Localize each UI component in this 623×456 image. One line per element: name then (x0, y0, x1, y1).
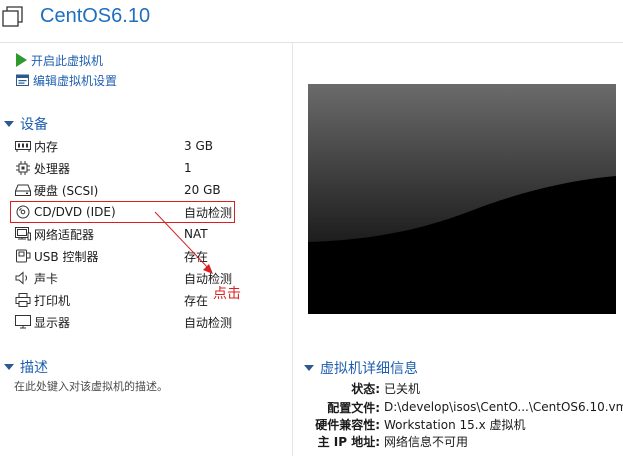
detail-row-config-file: 配置文件: D:\develop\isos\CentO...\CentOS6.1… (300, 398, 623, 416)
device-row-hard-disk[interactable]: 硬盘 (SCSI) 20 GB (14, 180, 232, 200)
device-name: 网络适配器 (34, 227, 95, 242)
device-value: NAT (184, 227, 208, 241)
power-on-label: 开启此虚拟机 (31, 53, 104, 68)
usb-controller-icon (14, 248, 32, 264)
device-row-network-adapter[interactable]: 网络适配器 NAT (14, 224, 232, 244)
device-row-memory[interactable]: 内存 3 GB (14, 136, 232, 156)
vm-preview-thumbnail[interactable] (308, 84, 616, 314)
preview-gloss-graphic (308, 84, 616, 314)
device-value: 3 GB (184, 139, 213, 153)
detail-row-state: 状态: 已关机 (300, 379, 420, 397)
device-value: 存在 (184, 249, 209, 264)
device-row-display[interactable]: 显示器 自动检测 (14, 312, 232, 332)
detail-label: 配置文件: (327, 400, 380, 415)
edit-settings-icon (16, 74, 29, 86)
description-section-header[interactable]: 描述 (4, 358, 48, 376)
detail-label: 主 IP 地址: (317, 434, 380, 449)
edit-settings-label: 编辑虚拟机设置 (33, 73, 118, 88)
devices-section-header[interactable]: 设备 (4, 115, 48, 133)
collapse-triangle-icon (4, 121, 14, 127)
device-value: 1 (184, 161, 192, 175)
printer-icon (14, 292, 32, 308)
device-name: 显示器 (34, 315, 71, 330)
processor-icon (14, 160, 32, 176)
detail-label: 硬件兼容性: (315, 417, 380, 432)
device-name: USB 控制器 (34, 249, 99, 264)
device-value: 存在 (184, 293, 209, 308)
device-row-printer[interactable]: 打印机 存在 (14, 290, 232, 310)
details-section-header[interactable]: 虚拟机详细信息 (304, 359, 418, 377)
collapse-triangle-icon (4, 364, 14, 370)
network-adapter-icon (14, 226, 32, 242)
device-value: 自动检测 (184, 315, 233, 330)
detail-label: 状态: (351, 381, 380, 396)
display-icon (14, 314, 32, 330)
device-name: 声卡 (34, 271, 59, 286)
detail-row-ip-address: 主 IP 地址: 网络信息不可用 (300, 432, 468, 450)
detail-value: D:\develop\isos\CentO...\CentOS6.10.vmx (384, 400, 623, 414)
device-name: 内存 (34, 139, 59, 154)
title-bar: CentOS6.10 (0, 0, 623, 42)
device-row-processor[interactable]: 处理器 1 (14, 158, 232, 178)
detail-value: Workstation 15.x 虚拟机 (384, 417, 526, 432)
devices-section-title: 设备 (20, 117, 48, 133)
device-name: 打印机 (34, 293, 71, 308)
title-divider (0, 42, 623, 43)
edit-settings-command[interactable]: 编辑虚拟机设置 (16, 71, 117, 89)
description-section-title: 描述 (20, 360, 48, 376)
device-name: 硬盘 (SCSI) (34, 183, 99, 198)
device-row-usb-controller[interactable]: USB 控制器 存在 (14, 246, 232, 266)
detail-row-hardware-compat: 硬件兼容性: Workstation 15.x 虚拟机 (300, 415, 526, 433)
power-on-command[interactable]: 开启此虚拟机 (16, 51, 103, 69)
play-icon (16, 53, 27, 67)
device-value: 20 GB (184, 183, 221, 197)
annotation-click-label: 点击 (213, 286, 241, 302)
pane-divider (292, 43, 293, 456)
detail-value: 网络信息不可用 (384, 434, 469, 449)
vm-title: CentOS6.10 (40, 5, 151, 27)
details-section-title: 虚拟机详细信息 (320, 361, 418, 377)
collapse-triangle-icon (304, 365, 314, 371)
sound-card-icon (14, 270, 32, 286)
detail-value: 已关机 (384, 381, 421, 396)
description-field[interactable]: 在此处键入对该虚拟机的描述。 (14, 378, 168, 394)
device-name: 处理器 (34, 161, 71, 176)
cd-dvd-highlight-box (10, 201, 235, 223)
device-row-sound-card[interactable]: 声卡 自动检测 (14, 268, 232, 288)
virtual-machine-icon (2, 6, 23, 27)
hard-disk-icon (14, 182, 32, 198)
memory-icon (14, 138, 32, 154)
